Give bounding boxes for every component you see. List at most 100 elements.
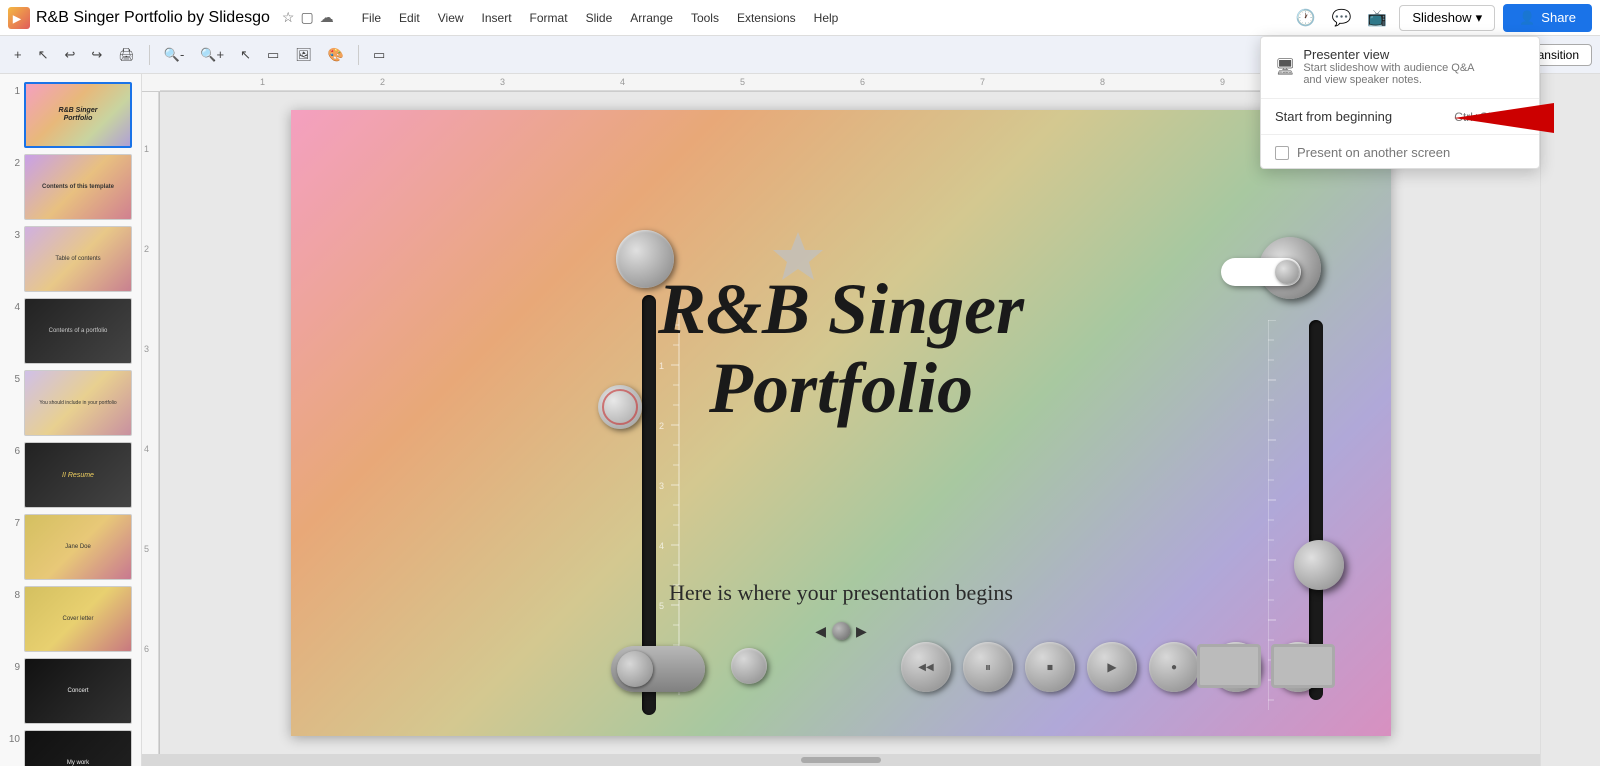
btn-round-1[interactable]: ◀◀ xyxy=(901,642,951,692)
app-logo: ▶ xyxy=(8,7,30,29)
tool-zoom-in[interactable]: 🔍+ xyxy=(194,44,230,66)
tool-redo[interactable]: ↪ xyxy=(85,44,108,66)
slide-title-thumb-6: II Resume xyxy=(62,472,94,479)
slide-num-9: 9 xyxy=(6,658,20,673)
slide-subtitle: Here is where your presentation begins xyxy=(669,580,1013,606)
comment-icon[interactable]: 💬 xyxy=(1327,6,1355,30)
big-toggle[interactable] xyxy=(611,646,705,692)
slide-thumb-6[interactable]: 6 II Resume xyxy=(6,442,135,508)
monitor-icon-2[interactable] xyxy=(1271,644,1335,688)
svg-text:4: 4 xyxy=(144,444,149,454)
menu-extensions[interactable]: Extensions xyxy=(729,7,804,29)
btn-small-1[interactable] xyxy=(731,648,767,684)
cloud-icon[interactable]: ☁ xyxy=(320,9,334,26)
slide-title-thumb-7: Jane Doe xyxy=(65,544,91,550)
menu-format[interactable]: Format xyxy=(522,7,576,29)
present-checkbox[interactable] xyxy=(1275,146,1289,160)
toggle-switch[interactable] xyxy=(1221,258,1301,286)
tool-paint[interactable]: 🎨 xyxy=(322,44,350,66)
menu-divider-1 xyxy=(1261,98,1539,99)
ruler-v-svg: 1 2 3 4 5 6 xyxy=(142,92,160,754)
menu-slide[interactable]: Slide xyxy=(578,7,621,29)
btn-round-1-icon: ◀◀ xyxy=(918,662,933,673)
slide-thumb-5[interactable]: 5 You should include in your portfolio xyxy=(6,370,135,436)
menu-insert[interactable]: Insert xyxy=(474,7,520,29)
toggle-knob xyxy=(1275,260,1299,284)
slide-img-10: My work xyxy=(24,730,132,766)
present-on-another-screen-row[interactable]: Present on another screen xyxy=(1261,137,1539,168)
tool-cursor[interactable]: ↖ xyxy=(32,44,55,66)
canvas-area: 1 2 3 4 5 6 7 8 9 10 11 1 2 3 xyxy=(142,74,1540,766)
left-slider-knob[interactable] xyxy=(598,385,642,429)
right-slider-knob[interactable] xyxy=(1294,540,1344,590)
svg-text:8: 8 xyxy=(1100,77,1105,87)
present-icon[interactable]: ▢ xyxy=(300,9,313,26)
share-button[interactable]: 👤 Share xyxy=(1503,4,1592,32)
history-icon[interactable]: 🕐 xyxy=(1292,6,1320,30)
slide-img-4: Contents of a portfolio xyxy=(24,298,132,364)
scroll-thumb xyxy=(801,757,881,763)
right-panel xyxy=(1540,74,1600,766)
slide-num-3: 3 xyxy=(6,226,20,241)
tool-select[interactable]: ↖ xyxy=(234,44,257,66)
menu-tools[interactable]: Tools xyxy=(683,7,727,29)
slide-thumb-1[interactable]: 1 R&B SingerPortfolio xyxy=(6,82,135,148)
slide-thumb-2[interactable]: 2 Contents of this template xyxy=(6,154,135,220)
presenter-view-header: 🖥 Presenter view Start slideshow with au… xyxy=(1261,37,1539,96)
prev-icon[interactable]: ◀ xyxy=(815,623,826,640)
menu-view[interactable]: View xyxy=(430,7,472,29)
menu-edit[interactable]: Edit xyxy=(391,7,428,29)
svg-text:1: 1 xyxy=(260,77,265,87)
tool-print[interactable]: 🖨 xyxy=(112,44,141,66)
svg-text:3: 3 xyxy=(144,344,149,354)
svg-text:7: 7 xyxy=(980,77,985,87)
vertical-ruler: 1 2 3 4 5 6 xyxy=(142,92,160,754)
slide-title-thumb-4: Contents of a portfolio xyxy=(49,328,108,334)
topbar: ▶ R&B Singer Portfolio by Slidesgo ☆ ▢ ☁… xyxy=(0,0,1600,36)
logo-area: ▶ R&B Singer Portfolio by Slidesgo ☆ ▢ ☁ xyxy=(8,7,334,29)
slide-title-thumb-5: You should include in your portfolio xyxy=(39,400,116,406)
menu-bar: File Edit View Insert Format Slide Arran… xyxy=(354,7,847,29)
btn-round-4[interactable]: ▶ xyxy=(1087,642,1137,692)
tool-zoom-out[interactable]: 🔍- xyxy=(158,44,191,66)
present-options-icon[interactable]: 📺 xyxy=(1363,6,1391,30)
canvas-container: 1 2 3 4 5 6 xyxy=(142,92,1540,754)
tool-undo[interactable]: ↩ xyxy=(59,44,82,66)
btn-round-3[interactable]: ⏹ xyxy=(1025,642,1075,692)
svg-text:3: 3 xyxy=(500,77,505,87)
svg-text:5: 5 xyxy=(144,544,149,554)
slide-title-thumb-10: My work xyxy=(67,760,89,766)
start-from-beginning-label: Start from beginning xyxy=(1275,109,1392,124)
slide-title-line2: Portfolio xyxy=(709,348,973,428)
btn-round-3-icon: ⏹ xyxy=(1047,660,1053,675)
slideshow-label: Slideshow xyxy=(1412,10,1471,25)
menu-file[interactable]: File xyxy=(354,7,389,29)
monitor-icon-1[interactable] xyxy=(1197,644,1261,688)
tool-add[interactable]: + xyxy=(8,44,28,65)
btn-round-5[interactable]: ● xyxy=(1149,642,1199,692)
slide-img-7: Jane Doe xyxy=(24,514,132,580)
slide-thumb-7[interactable]: 7 Jane Doe xyxy=(6,514,135,580)
slide-thumb-4[interactable]: 4 Contents of a portfolio xyxy=(6,298,135,364)
slideshow-button[interactable]: Slideshow ▾ xyxy=(1399,5,1495,31)
bottom-scrollbar[interactable] xyxy=(142,754,1540,766)
slide-thumb-9[interactable]: 9 Concert xyxy=(6,658,135,724)
slide-thumb-3[interactable]: 3 Table of contents xyxy=(6,226,135,292)
slide-thumb-10[interactable]: 10 My work xyxy=(6,730,135,766)
sep2 xyxy=(358,45,359,65)
slide-img-3: Table of contents xyxy=(24,226,132,292)
slide-img-1: R&B SingerPortfolio xyxy=(24,82,132,148)
next-icon[interactable]: ▶ xyxy=(856,623,867,640)
slide-num-4: 4 xyxy=(6,298,20,313)
slide-title-thumb-3: Table of contents xyxy=(55,256,100,262)
tool-slide-num[interactable]: ▭ xyxy=(367,44,391,66)
menu-help[interactable]: Help xyxy=(806,7,847,29)
slide-title-line1: R&B Singer xyxy=(658,269,1024,349)
menu-arrange[interactable]: Arrange xyxy=(622,7,681,29)
slide-thumb-8[interactable]: 8 Cover letter xyxy=(6,586,135,652)
tool-image[interactable]: 🖼 xyxy=(289,44,318,66)
star-icon[interactable]: ☆ xyxy=(282,9,295,26)
red-arrow-svg xyxy=(1454,103,1554,133)
btn-round-2[interactable]: ⏸ xyxy=(963,642,1013,692)
tool-shape[interactable]: ▭ xyxy=(261,44,285,66)
